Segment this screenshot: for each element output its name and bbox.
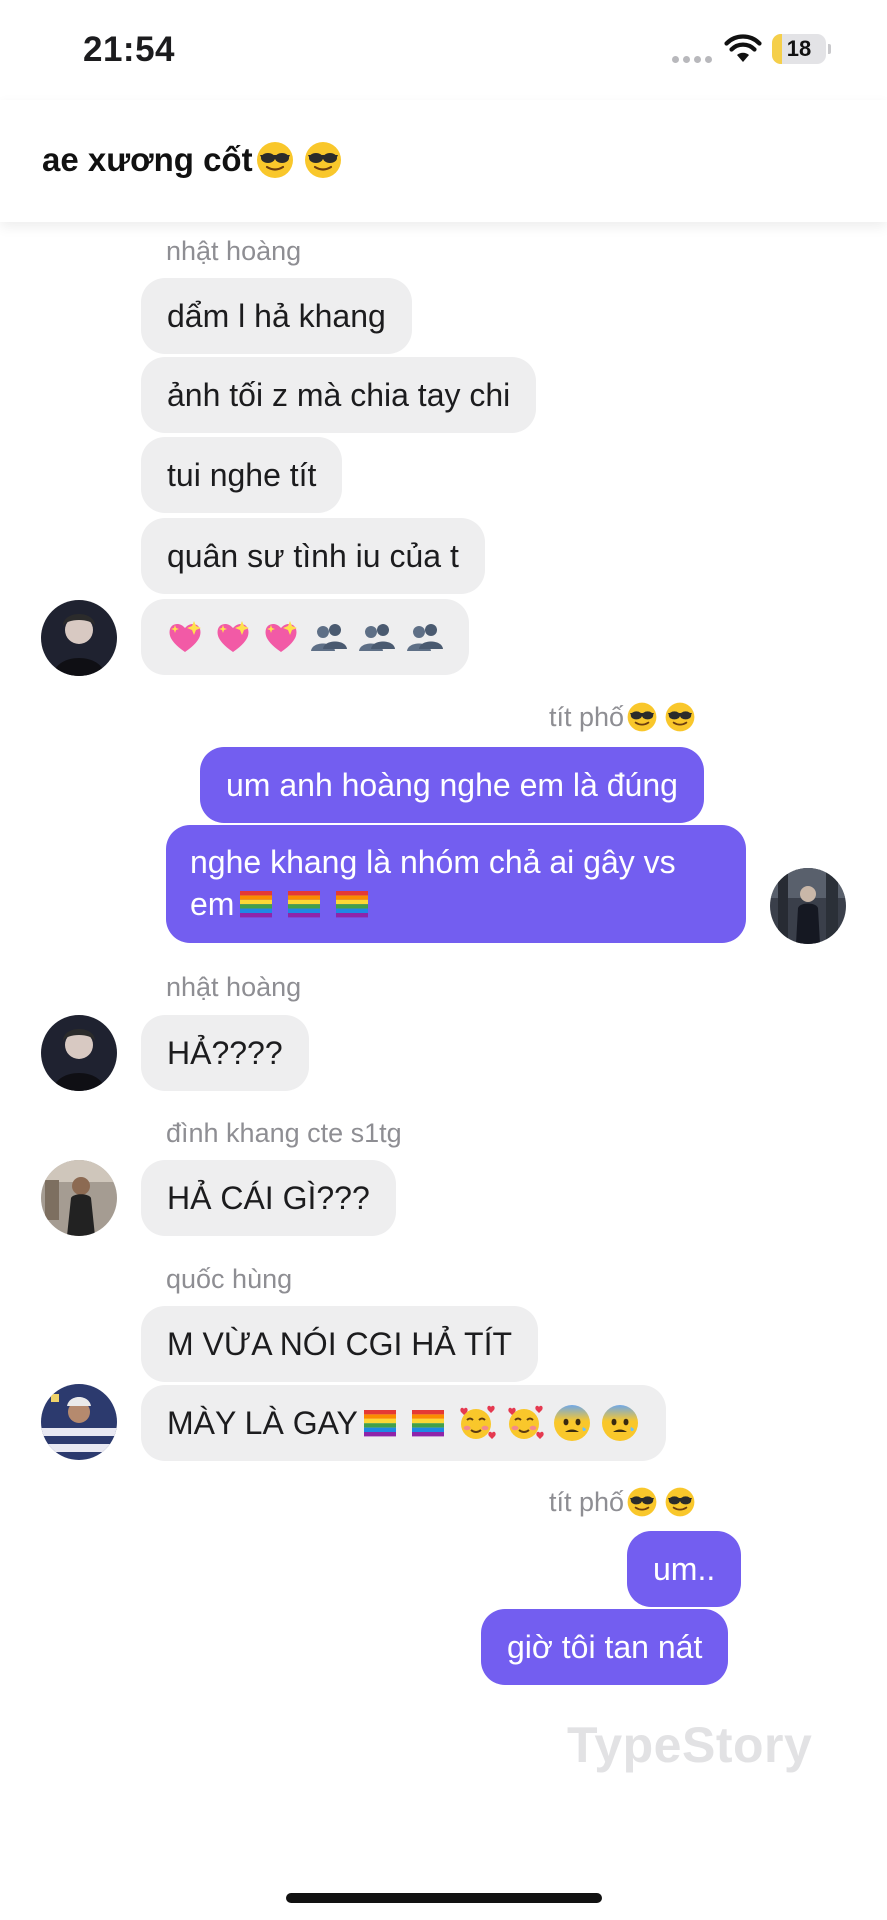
sender-name: nhật hoàng xyxy=(166,236,302,266)
message-bubble[interactable]: nghe khang là nhóm chả ai gây vs em xyxy=(166,825,746,943)
avatar[interactable] xyxy=(770,868,846,944)
chat-title-text: ae xương cốt xyxy=(42,141,253,178)
wifi-icon xyxy=(724,34,762,64)
message-bubble[interactable]: M VỪA NÓI CGI HẢ TÍT xyxy=(141,1306,538,1382)
message-bubble[interactable]: giờ tôi tan nát xyxy=(481,1609,729,1685)
smiling-face-with-hearts-emoji-icon xyxy=(456,1403,496,1443)
sunglasses-emoji-icon xyxy=(626,1486,658,1518)
status-time: 21:54 xyxy=(83,30,176,69)
anxious-face-emoji-icon xyxy=(552,1403,592,1443)
chat-header: ae xương cốt xyxy=(0,100,887,222)
sender-name: tít phố xyxy=(549,1486,702,1518)
message-bubble[interactable]: um anh hoàng nghe em là đúng xyxy=(200,747,704,823)
sparkling-heart-emoji-icon xyxy=(165,617,205,657)
rainbow-flag-emoji-icon xyxy=(236,884,276,924)
battery-level: 18 xyxy=(786,36,812,61)
avatar[interactable] xyxy=(41,600,117,676)
cellular-signal-icon xyxy=(672,56,712,63)
sunglasses-emoji-icon xyxy=(664,1486,696,1518)
sparkling-heart-emoji-icon xyxy=(261,617,301,657)
rainbow-flag-emoji-icon xyxy=(360,1403,400,1443)
status-bar: 21:54 18 xyxy=(0,0,887,100)
sender-name: tít phố xyxy=(549,701,702,733)
message-bubble[interactable]: dẩm l hả khang xyxy=(141,278,412,354)
sender-name: nhật hoàng xyxy=(166,972,302,1002)
sunglasses-emoji-icon xyxy=(303,140,343,180)
avatar[interactable] xyxy=(41,1384,117,1460)
message-bubble[interactable]: quân sư tình iu của t xyxy=(141,518,485,594)
rainbow-flag-emoji-icon xyxy=(332,884,372,924)
rainbow-flag-emoji-icon xyxy=(284,884,324,924)
message-bubble[interactable]: HẢ???? xyxy=(141,1015,309,1091)
busts-in-silhouette-emoji-icon xyxy=(309,617,349,657)
battery-icon: 18 xyxy=(772,34,831,64)
anxious-face-emoji-icon xyxy=(600,1403,640,1443)
sender-name: đình khang cte s1tg xyxy=(166,1118,402,1148)
sparkling-heart-emoji-icon xyxy=(213,617,253,657)
sunglasses-emoji-icon xyxy=(664,701,696,733)
sunglasses-emoji-icon xyxy=(255,140,295,180)
message-bubble[interactable]: tui nghe tít xyxy=(141,437,343,513)
home-indicator[interactable] xyxy=(286,1893,602,1903)
typestory-watermark: TypeStory xyxy=(567,1717,813,1773)
avatar[interactable] xyxy=(41,1160,117,1236)
message-bubble[interactable]: HẢ CÁI GÌ??? xyxy=(141,1160,396,1236)
message-bubble[interactable]: um.. xyxy=(627,1531,742,1607)
chat-title[interactable]: ae xương cốt xyxy=(42,140,351,180)
smiling-face-with-hearts-emoji-icon xyxy=(504,1403,544,1443)
avatar[interactable] xyxy=(41,1015,117,1091)
emoji-message-bubble[interactable] xyxy=(141,599,469,675)
message-line: nghe khang là nhóm chả ai gây vs xyxy=(190,844,676,880)
sender-name: quốc hùng xyxy=(166,1264,293,1294)
busts-in-silhouette-emoji-icon xyxy=(405,617,445,657)
sunglasses-emoji-icon xyxy=(626,701,658,733)
message-bubble[interactable]: ảnh tối z mà chia tay chi xyxy=(141,357,537,433)
chat-screen: 21:54 18 ae xương cốt nhật hoàng dẩm l h… xyxy=(0,0,887,1920)
message-bubble[interactable]: MÀY LÀ GAY xyxy=(141,1385,666,1461)
busts-in-silhouette-emoji-icon xyxy=(357,617,397,657)
message-line: em xyxy=(190,883,722,925)
rainbow-flag-emoji-icon xyxy=(408,1403,448,1443)
